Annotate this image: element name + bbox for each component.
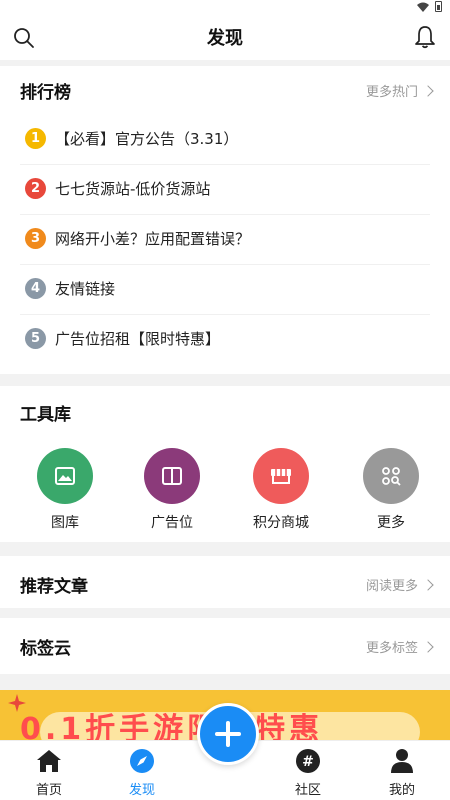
tags-more-link[interactable]: 更多标签 xyxy=(365,637,434,656)
wifi-icon xyxy=(417,2,429,12)
bell-icon[interactable] xyxy=(414,25,436,49)
tab-discover[interactable]: 发现 xyxy=(107,747,177,798)
tags-title: 标签云 xyxy=(20,639,71,659)
top-header: 发现 xyxy=(0,14,450,60)
tab-label: 社区 xyxy=(294,783,321,798)
star-icon xyxy=(8,694,26,712)
ranking-item[interactable]: 3 网络开小差？应用配置错误？ xyxy=(0,214,450,264)
store-icon xyxy=(271,469,291,484)
tool-gallery[interactable]: 图库 xyxy=(20,448,110,532)
tool-label: 更多 xyxy=(377,515,405,531)
image-icon xyxy=(55,467,75,485)
articles-more-link[interactable]: 阅读更多 xyxy=(365,575,434,594)
tags-more-label: 更多标签 xyxy=(365,641,418,656)
tool-ad-slot[interactable]: 广告位 xyxy=(127,448,217,532)
tags-section: 标签云 更多标签 xyxy=(0,618,450,674)
rank-title: 【必看】官方公告（3.31） xyxy=(55,130,239,148)
ranking-section: 排行榜 更多热门 1 【必看】官方公告（3.31） 2 七七货源站-低价货源站 … xyxy=(0,66,450,374)
tab-community[interactable]: # 社区 xyxy=(273,747,343,798)
rank-badge: 3 xyxy=(25,228,46,249)
tool-label: 积分商城 xyxy=(253,515,309,531)
add-post-button[interactable] xyxy=(197,703,259,765)
plus-icon xyxy=(215,721,241,747)
user-icon xyxy=(391,749,413,773)
ranking-item[interactable]: 5 广告位招租【限时特惠】 xyxy=(0,314,450,364)
rank-title: 广告位招租【限时特惠】 xyxy=(55,330,221,348)
compass-icon xyxy=(130,749,154,773)
home-icon xyxy=(37,750,61,772)
chevron-right-icon xyxy=(422,84,434,97)
grid-search-icon xyxy=(382,467,401,486)
tab-label: 首页 xyxy=(35,783,62,798)
articles-title: 推荐文章 xyxy=(20,577,88,597)
tool-label: 图库 xyxy=(51,515,79,531)
chevron-right-icon xyxy=(422,578,434,591)
ranking-item[interactable]: 2 七七货源站-低价货源站 xyxy=(0,164,450,214)
svg-text:#: # xyxy=(302,754,314,770)
ranking-item[interactable]: 4 友情链接 xyxy=(0,264,450,314)
rank-badge: 2 xyxy=(25,178,46,199)
tab-mine[interactable]: 我的 xyxy=(367,747,437,798)
rank-title: 友情链接 xyxy=(55,280,116,298)
rank-badge: 4 xyxy=(25,278,46,299)
rank-badge: 1 xyxy=(25,128,46,149)
tab-label: 我的 xyxy=(388,783,415,798)
ranking-item[interactable]: 1 【必看】官方公告（3.31） xyxy=(0,114,450,164)
page-title: 发现 xyxy=(207,28,243,49)
chevron-right-icon xyxy=(422,640,434,653)
ranking-more-link[interactable]: 更多热门 xyxy=(365,81,434,100)
rank-title: 网络开小差？应用配置错误？ xyxy=(55,230,251,248)
hashtag-icon: # xyxy=(296,749,320,773)
status-bar xyxy=(0,0,450,14)
battery-icon xyxy=(435,1,442,12)
ranking-more-label: 更多热门 xyxy=(365,85,418,100)
rank-title: 七七货源站-低价货源站 xyxy=(55,180,211,198)
articles-more-label: 阅读更多 xyxy=(365,579,418,594)
tool-label: 广告位 xyxy=(151,515,193,531)
tab-label: 发现 xyxy=(128,783,155,798)
tab-home[interactable]: 首页 xyxy=(14,747,84,798)
articles-section: 推荐文章 阅读更多 xyxy=(0,556,450,608)
book-icon xyxy=(162,467,182,485)
tools-section: 工具库 图库 广告位 积分商城 更多 xyxy=(0,386,450,542)
tools-title: 工具库 xyxy=(20,405,71,425)
tool-more[interactable]: 更多 xyxy=(346,448,436,532)
banner-text: 0.1折手游限时特惠 xyxy=(20,712,324,740)
tool-points-mall[interactable]: 积分商城 xyxy=(236,448,326,532)
rank-badge: 5 xyxy=(25,328,46,349)
ranking-title: 排行榜 xyxy=(20,83,71,103)
